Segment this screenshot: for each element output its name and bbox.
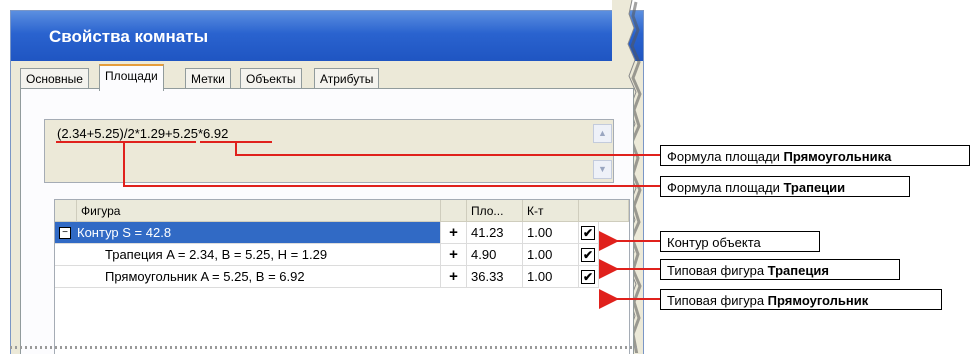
trap-formula-leader xyxy=(123,143,660,187)
callout-bold-text: Прямоугольник xyxy=(767,293,869,308)
callout-trapezoid-shape: Типовая фигура Трапеция xyxy=(660,259,900,280)
tab-areas[interactable]: Площади xyxy=(99,64,164,91)
callout-bold-text: Трапеция xyxy=(767,263,829,278)
callout-rectangle-formula: Формула площади Прямоугольника xyxy=(660,145,970,166)
rect-formula-leader xyxy=(235,143,660,156)
callout-text: Типовая фигура xyxy=(667,293,768,308)
callout-rectangle-shape: Типовая фигура Прямоугольник xyxy=(660,289,942,310)
callout-text: Типовая фигура xyxy=(667,263,768,278)
callout-text: Формула площади xyxy=(667,180,784,195)
callout-contour: Контур объекта xyxy=(660,231,820,252)
callout-bold-text: Трапеции xyxy=(783,180,846,195)
callout-trapezoid-formula: Формула площади Трапеции xyxy=(660,176,910,197)
callout-bold-text: Прямоугольника xyxy=(783,149,892,164)
callout-text: Формула площади xyxy=(667,149,784,164)
callout-text: Контур объекта xyxy=(667,235,761,250)
